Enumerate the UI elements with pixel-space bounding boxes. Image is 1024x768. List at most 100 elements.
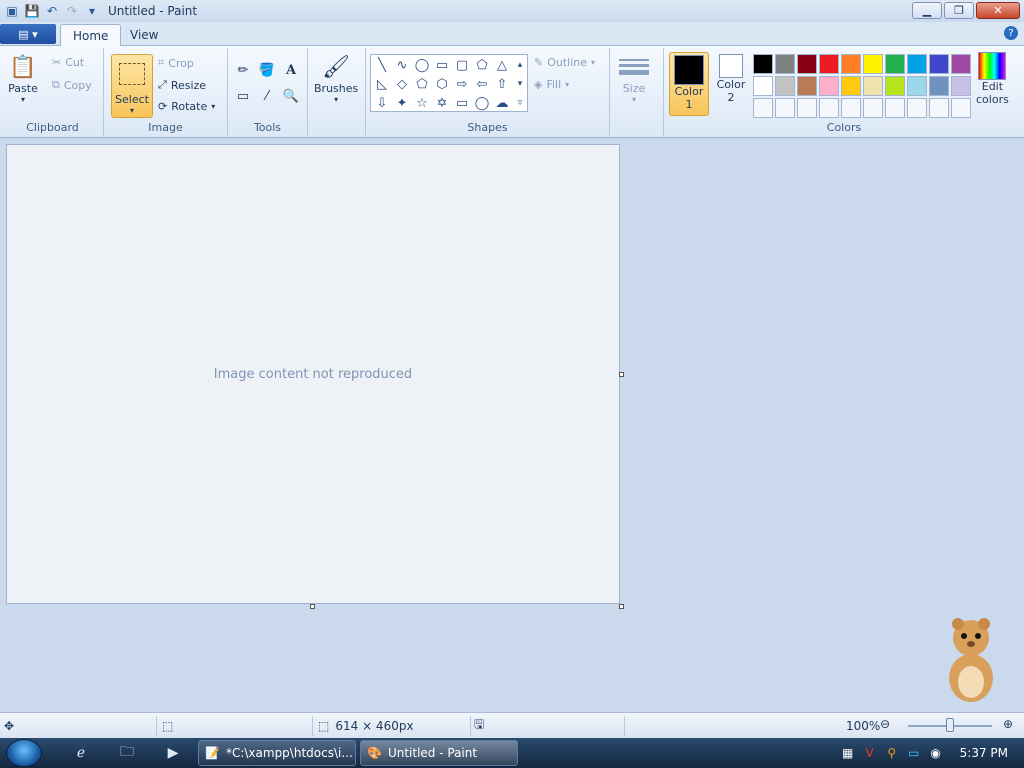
start-button[interactable] [6, 739, 42, 767]
rounded-rectangle-shape-icon[interactable]: ▢ [453, 56, 471, 74]
resize-handle-corner[interactable] [619, 604, 624, 609]
restore-button[interactable]: ❐ [944, 2, 974, 19]
down-arrow-shape-icon[interactable]: ⇩ [373, 94, 391, 112]
callout-cloud-shape-icon[interactable]: ☁ [493, 94, 511, 112]
palette-swatch[interactable] [775, 98, 795, 118]
callout-oval-shape-icon[interactable]: ◯ [473, 94, 491, 112]
palette-swatch[interactable] [885, 98, 905, 118]
text-tool-icon[interactable]: A [281, 60, 301, 80]
select-button[interactable]: Select ▾ [111, 54, 153, 118]
antivirus-icon[interactable]: V [862, 745, 878, 761]
palette-swatch[interactable] [929, 54, 949, 74]
tab-view[interactable]: View [118, 24, 170, 46]
palette-swatch[interactable] [951, 76, 971, 96]
media-player-icon[interactable]: ▶ [162, 743, 184, 763]
paint-menu-button[interactable]: ▤ ▾ [0, 24, 56, 44]
drawing-canvas[interactable]: Image content not reproduced [6, 144, 620, 604]
palette-swatch[interactable] [951, 54, 971, 74]
pencil-icon[interactable]: ✏ [233, 60, 253, 80]
palette-swatch[interactable] [907, 54, 927, 74]
four-point-star-shape-icon[interactable]: ✦ [393, 94, 411, 112]
curve-shape-icon[interactable]: ∿ [393, 56, 411, 74]
rotate-button[interactable]: ⟳ Rotate ▾ [158, 100, 215, 113]
pentagon-shape-icon[interactable]: ⬠ [413, 75, 431, 93]
palette-swatch[interactable] [841, 54, 861, 74]
palette-swatch[interactable] [841, 98, 861, 118]
palette-swatch[interactable] [753, 54, 773, 74]
brushes-button[interactable]: 🖌 Brushes ▾ [314, 52, 358, 105]
palette-swatch[interactable] [797, 76, 817, 96]
color-picker-icon[interactable]: ⁄ [257, 86, 277, 106]
rectangle-shape-icon[interactable]: ▭ [433, 56, 451, 74]
palette-swatch[interactable] [797, 98, 817, 118]
clock[interactable]: 5:37 PM [960, 746, 1008, 760]
palette-swatch[interactable] [863, 98, 883, 118]
internet-explorer-icon[interactable]: ℯ [70, 743, 92, 763]
color2-button[interactable]: Color 2 [711, 52, 751, 116]
size-button[interactable]: Size ▾ [619, 52, 649, 104]
tray-app-icon[interactable]: ▦ [840, 745, 856, 761]
scroll-up-icon[interactable]: ▴ [511, 56, 529, 74]
outline-button[interactable]: ✎ Outline ▾ [534, 56, 595, 69]
minimize-button[interactable]: ▁ [912, 2, 942, 19]
tab-home[interactable]: Home [60, 24, 122, 46]
line-shape-icon[interactable]: ╲ [373, 56, 391, 74]
display-icon[interactable]: ▭ [906, 745, 922, 761]
oval-shape-icon[interactable]: ◯ [413, 56, 431, 74]
copy-button[interactable]: ⧉ Copy [52, 78, 92, 92]
search-tray-icon[interactable]: ⚲ [884, 745, 900, 761]
up-arrow-shape-icon[interactable]: ⇧ [493, 75, 511, 93]
palette-swatch[interactable] [885, 76, 905, 96]
resize-button[interactable]: ⤢ Resize [158, 78, 206, 92]
zoom-slider-thumb[interactable] [946, 718, 954, 732]
color1-button[interactable]: Color 1 [669, 52, 709, 116]
palette-swatch[interactable] [841, 76, 861, 96]
palette-swatch[interactable] [753, 76, 773, 96]
palette-swatch[interactable] [885, 54, 905, 74]
palette-swatch[interactable] [775, 76, 795, 96]
fill-bucket-icon[interactable]: 🪣 [257, 60, 277, 80]
help-icon[interactable]: ? [1004, 26, 1018, 40]
palette-swatch[interactable] [863, 54, 883, 74]
palette-swatch[interactable] [753, 98, 773, 118]
right-triangle-shape-icon[interactable]: ◺ [373, 75, 391, 93]
palette-swatch[interactable] [819, 54, 839, 74]
redo-icon[interactable]: ↷ [64, 3, 80, 19]
palette-swatch[interactable] [951, 98, 971, 118]
save-icon[interactable]: 💾 [24, 3, 40, 19]
palette-swatch[interactable] [907, 98, 927, 118]
palette-swatch[interactable] [819, 98, 839, 118]
hexagon-shape-icon[interactable]: ⬡ [433, 75, 451, 93]
palette-swatch[interactable] [775, 54, 795, 74]
palette-swatch[interactable] [819, 76, 839, 96]
zoom-in-button[interactable]: ⊕ [1003, 717, 1013, 731]
resize-handle-bottom[interactable] [310, 604, 315, 609]
taskbar-task-paint[interactable]: 🎨 Untitled - Paint [360, 740, 518, 766]
resize-handle-right[interactable] [619, 372, 624, 377]
polygon-shape-icon[interactable]: ⬠ [473, 56, 491, 74]
edit-colors-button[interactable]: Edit colors [976, 52, 1009, 106]
crop-button[interactable]: ⌗ Crop [158, 56, 194, 70]
palette-swatch[interactable] [863, 76, 883, 96]
palette-swatch[interactable] [929, 76, 949, 96]
triangle-shape-icon[interactable]: △ [493, 56, 511, 74]
volume-icon[interactable]: ◉ [928, 745, 944, 761]
six-point-star-shape-icon[interactable]: ✡ [433, 94, 451, 112]
right-arrow-shape-icon[interactable]: ⇨ [453, 75, 471, 93]
diamond-shape-icon[interactable]: ◇ [393, 75, 411, 93]
eraser-icon[interactable]: ▭ [233, 86, 253, 106]
undo-icon[interactable]: ↶ [44, 3, 60, 19]
file-explorer-icon[interactable]: 🗀 [116, 743, 138, 763]
palette-swatch[interactable] [929, 98, 949, 118]
expand-gallery-icon[interactable]: ▿ [511, 94, 529, 112]
left-arrow-shape-icon[interactable]: ⇦ [473, 75, 491, 93]
zoom-out-button[interactable]: ⊖ [880, 717, 890, 731]
palette-swatch[interactable] [797, 54, 817, 74]
customize-qat-icon[interactable]: ▾ [84, 3, 100, 19]
palette-swatch[interactable] [907, 76, 927, 96]
callout-rect-shape-icon[interactable]: ▭ [453, 94, 471, 112]
magnifier-icon[interactable]: 🔍 [281, 86, 301, 106]
five-point-star-shape-icon[interactable]: ☆ [413, 94, 431, 112]
paint-app-icon[interactable]: ▣ [4, 3, 20, 19]
paste-button[interactable]: 📋 Paste ▾ [8, 52, 38, 105]
